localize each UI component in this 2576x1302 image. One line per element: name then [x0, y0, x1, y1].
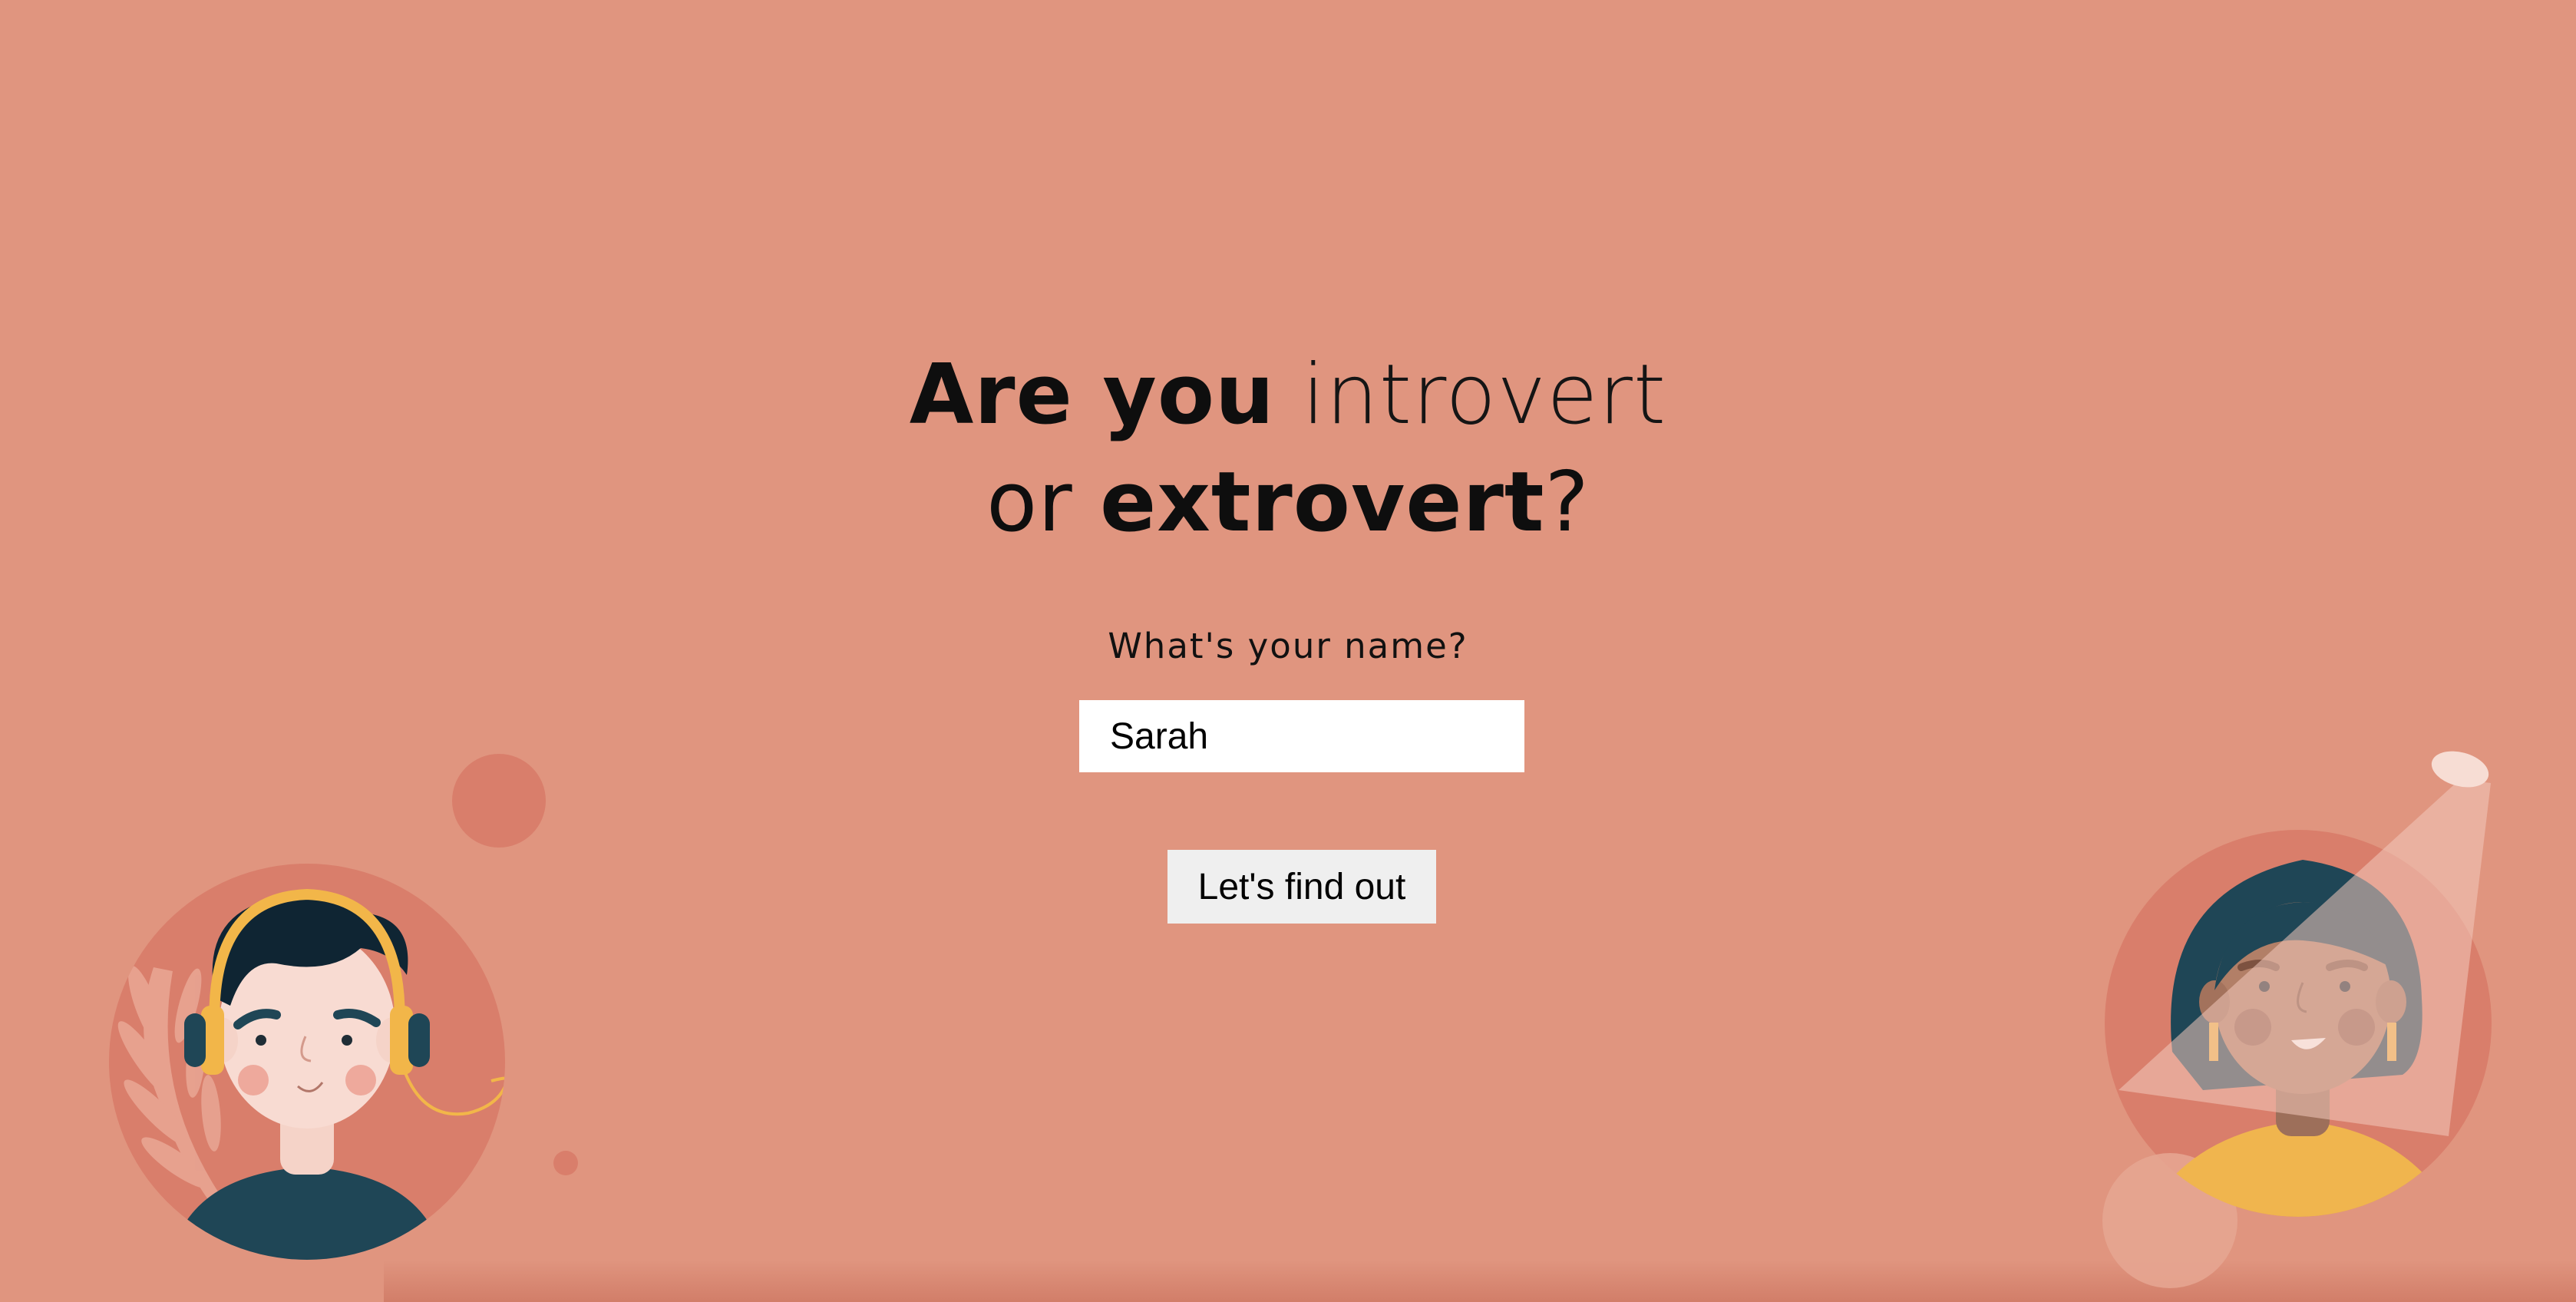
introvert-avatar-with-headphones-icon: [109, 754, 578, 1260]
page-title: Are you introvert or extrovert?: [0, 342, 2576, 557]
title-extrovert: extrovert: [1099, 454, 1545, 550]
title-question-mark: ?: [1544, 454, 1590, 550]
name-question-label: What's your name?: [1108, 626, 1468, 666]
name-input[interactable]: [1079, 700, 1524, 772]
lets-find-out-button[interactable]: Let's find out: [1167, 850, 1436, 924]
title-or: or: [986, 454, 1073, 550]
decor-bubble-large: [452, 754, 546, 848]
landing-page: Are you introvert or extrovert? What's y…: [0, 0, 2576, 1302]
title-line-2: or extrovert?: [0, 449, 2576, 557]
extrovert-avatar-in-spotlight-icon: [2102, 751, 2492, 1288]
title-line-1: Are you introvert: [0, 342, 2576, 449]
decor-bubble-small: [553, 1151, 578, 1175]
title-are-you: Are you: [909, 347, 1275, 443]
title-introvert: introvert: [1302, 347, 1667, 443]
